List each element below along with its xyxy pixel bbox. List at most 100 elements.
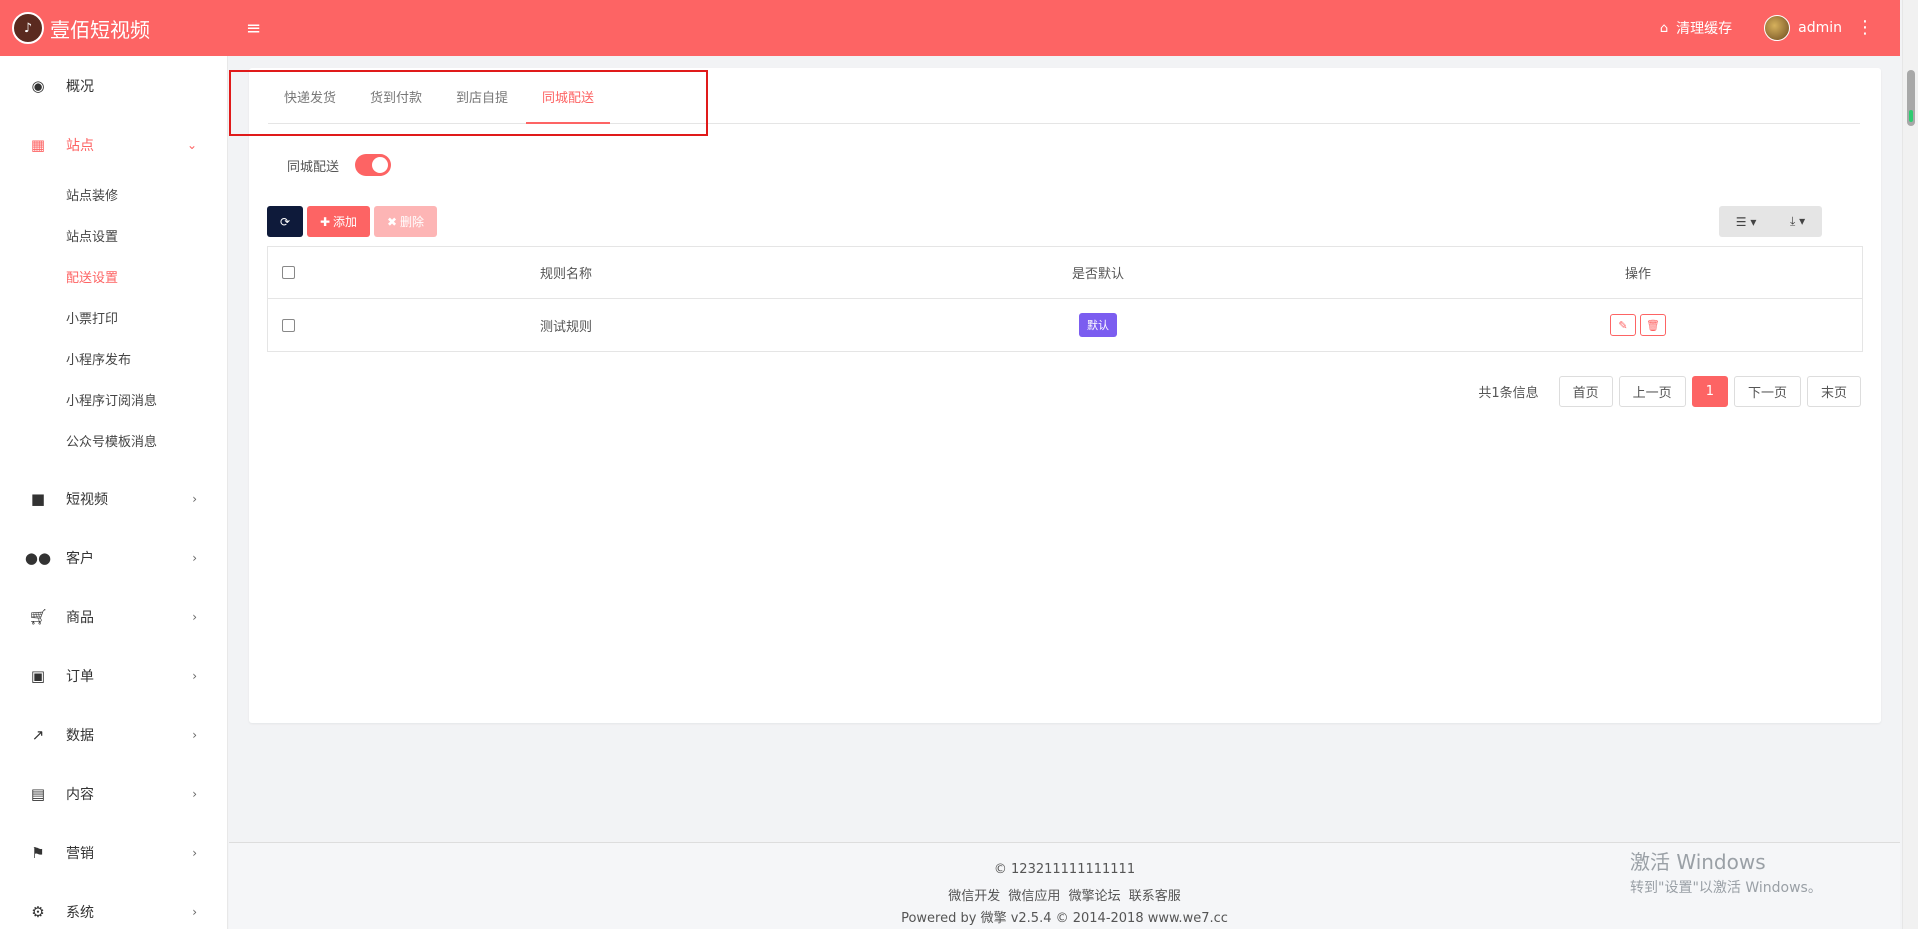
sidebar-item-site[interactable]: ▦ 站点 ⌄: [0, 115, 227, 174]
sidebar-subitem-miniprogram-publish[interactable]: 小程序发布: [0, 338, 227, 379]
hamburger-menu-icon[interactable]: ≡: [246, 18, 261, 39]
pagination: 共1条信息 首页 上一页 1 下一页 末页: [1478, 376, 1861, 407]
refresh-button[interactable]: ⟳: [267, 206, 303, 237]
sidebar-subitem-receipt-printing[interactable]: 小票打印: [0, 297, 227, 338]
sidebar-subitem-site-decoration[interactable]: 站点装修: [0, 174, 227, 215]
rules-table: 规则名称 是否默认 操作 测试规则 默认 ✎ 🗑︎: [267, 246, 1863, 352]
chevron-down-icon: ⌄: [186, 137, 197, 152]
content-card: 快递发货 货到付款 到店自提 同城配送 同城配送 ⟳ ✚ 添加 ✖ 删除 ☰ ▾…: [249, 68, 1881, 723]
add-label: 添加: [333, 215, 358, 229]
table-header-row: 规则名称 是否默认 操作: [268, 247, 1862, 299]
logo-icon: ♪: [12, 12, 44, 44]
sidebar-item-marketing[interactable]: ⚑ 营销 ›: [0, 823, 227, 882]
avatar: [1764, 15, 1791, 41]
select-all-checkbox[interactable]: [282, 266, 295, 279]
prev-page-button[interactable]: 上一页: [1618, 376, 1686, 407]
sidebar-item-label: 订单: [66, 668, 94, 685]
sidebar-subitem-template-message[interactable]: 公众号模板消息: [0, 420, 227, 461]
add-button[interactable]: ✚ 添加: [307, 206, 370, 237]
default-badge: 默认: [1079, 313, 1117, 337]
sidebar-item-orders[interactable]: ▣ 订单 ›: [0, 646, 227, 705]
chevron-right-icon: ›: [192, 491, 197, 506]
chevron-right-icon: ›: [192, 727, 197, 742]
edit-button[interactable]: ✎: [1610, 314, 1636, 336]
plus-icon: ✚: [319, 214, 331, 229]
delete-label: 删除: [400, 215, 425, 229]
table-tools: ☰ ▾ ⤓ ▾: [1719, 206, 1822, 237]
sidebar-item-overview[interactable]: ◉ 概况: [0, 56, 227, 115]
chevron-right-icon: ›: [192, 550, 197, 565]
city-delivery-toggle[interactable]: [355, 154, 392, 176]
row-checkbox[interactable]: [282, 318, 295, 332]
delete-button[interactable]: ✖ 删除: [374, 206, 437, 237]
chevron-right-icon: ›: [192, 786, 197, 801]
brand-title: 壹佰短视频: [50, 17, 150, 42]
column-header-default: 是否默认: [1071, 267, 1124, 282]
clear-cache-label: 清理缓存: [1676, 21, 1733, 37]
page-1-button[interactable]: 1: [1691, 376, 1728, 407]
column-header-actions: 操作: [1624, 267, 1651, 282]
gear-icon: ⚙: [31, 902, 45, 921]
chevron-right-icon: ›: [192, 609, 197, 624]
watermark-line1: 激活 Windows: [1630, 850, 1766, 874]
table-row: 测试规则 默认 ✎ 🗑︎: [268, 299, 1862, 351]
last-page-button[interactable]: 末页: [1806, 376, 1861, 407]
next-page-button[interactable]: 下一页: [1733, 376, 1801, 407]
column-header-name: 规则名称: [540, 267, 593, 282]
video-icon: ■: [30, 489, 46, 508]
grid-icon: ▦: [30, 135, 46, 154]
sidebar-item-label: 站点: [66, 137, 94, 154]
city-delivery-switch-row: 同城配送: [287, 154, 392, 176]
total-count: 共1条信息: [1478, 386, 1539, 401]
vertical-scrollbar[interactable]: [1902, 0, 1918, 929]
sidebar-subitem-miniprogram-subscribe[interactable]: 小程序订阅消息: [0, 379, 227, 420]
export-dropdown-button[interactable]: ⤓ ▾: [1790, 214, 1805, 229]
scrollbar-thumb[interactable]: [1907, 70, 1915, 126]
username: admin: [1798, 20, 1842, 36]
chevron-right-icon: ›: [192, 904, 197, 919]
trash-icon: 🗑︎: [1646, 318, 1660, 332]
sidebar-subitem-delivery-settings[interactable]: 配送设置: [0, 256, 227, 297]
sidebar-item-label: 短视频: [66, 491, 108, 508]
dashboard-icon: ◉: [31, 76, 45, 95]
switch-label: 同城配送: [287, 159, 340, 175]
annotation-highlight-box: [229, 70, 708, 136]
users-icon: ●●: [24, 548, 52, 567]
columns-dropdown-button[interactable]: ☰ ▾: [1736, 215, 1757, 229]
footer-link[interactable]: 微信应用: [1008, 889, 1060, 904]
brand[interactable]: ♪ 壹佰短视频: [0, 0, 228, 56]
footer-powered-by: Powered by 微擎 v2.5.4 © 2014-2018 www.we7…: [901, 911, 1228, 926]
more-vertical-icon[interactable]: ⋮: [1856, 19, 1874, 37]
sidebar-item-label: 商品: [66, 609, 94, 626]
footer-link[interactable]: 微信开发: [948, 889, 1000, 904]
watermark-line2: 转到"设置"以激活 Windows。: [1630, 880, 1822, 896]
first-page-button[interactable]: 首页: [1558, 376, 1613, 407]
document-icon: ▤: [30, 784, 46, 803]
clear-cache-button[interactable]: ⌂ 清理缓存: [1660, 18, 1732, 38]
windows-activation-watermark: 激活 Windows 转到"设置"以激活 Windows。: [1630, 846, 1822, 897]
pencil-icon: ✎: [1618, 318, 1628, 332]
close-icon: ✖: [386, 214, 398, 229]
sidebar-item-label: 内容: [66, 786, 94, 803]
top-bar: ♪ 壹佰短视频 ≡ ⌂ 清理缓存 admin ⋮: [0, 0, 1900, 56]
sidebar-item-products[interactable]: 🛒︎ 商品 ›: [0, 587, 227, 646]
sidebar-subitem-site-settings[interactable]: 站点设置: [0, 215, 227, 256]
cart-icon: 🛒︎: [28, 607, 48, 626]
sidebar-item-label: 营销: [66, 845, 94, 862]
money-icon: ▣: [30, 666, 46, 685]
sidebar-item-content[interactable]: ▤ 内容 ›: [0, 764, 227, 823]
footer-link[interactable]: 微擎论坛: [1069, 889, 1121, 904]
rule-name: 测试规则: [540, 319, 593, 335]
sidebar-item-customers[interactable]: ●● 客户 ›: [0, 528, 227, 587]
sidebar-item-data[interactable]: ↗ 数据 ›: [0, 705, 227, 764]
chevron-right-icon: ›: [192, 845, 197, 860]
sidebar-item-label: 系统: [66, 904, 94, 921]
footer-link[interactable]: 联系客服: [1129, 889, 1181, 904]
sidebar-item-label: 概况: [66, 78, 94, 95]
sidebar-item-system[interactable]: ⚙ 系统 ›: [0, 882, 227, 929]
user-menu[interactable]: admin ⋮: [1764, 15, 1874, 41]
sidebar-item-short-video[interactable]: ■ 短视频 ›: [0, 469, 227, 528]
delete-row-button[interactable]: 🗑︎: [1640, 314, 1666, 336]
flag-icon: ⚑: [31, 843, 45, 862]
sidebar-item-label: 客户: [66, 550, 94, 567]
